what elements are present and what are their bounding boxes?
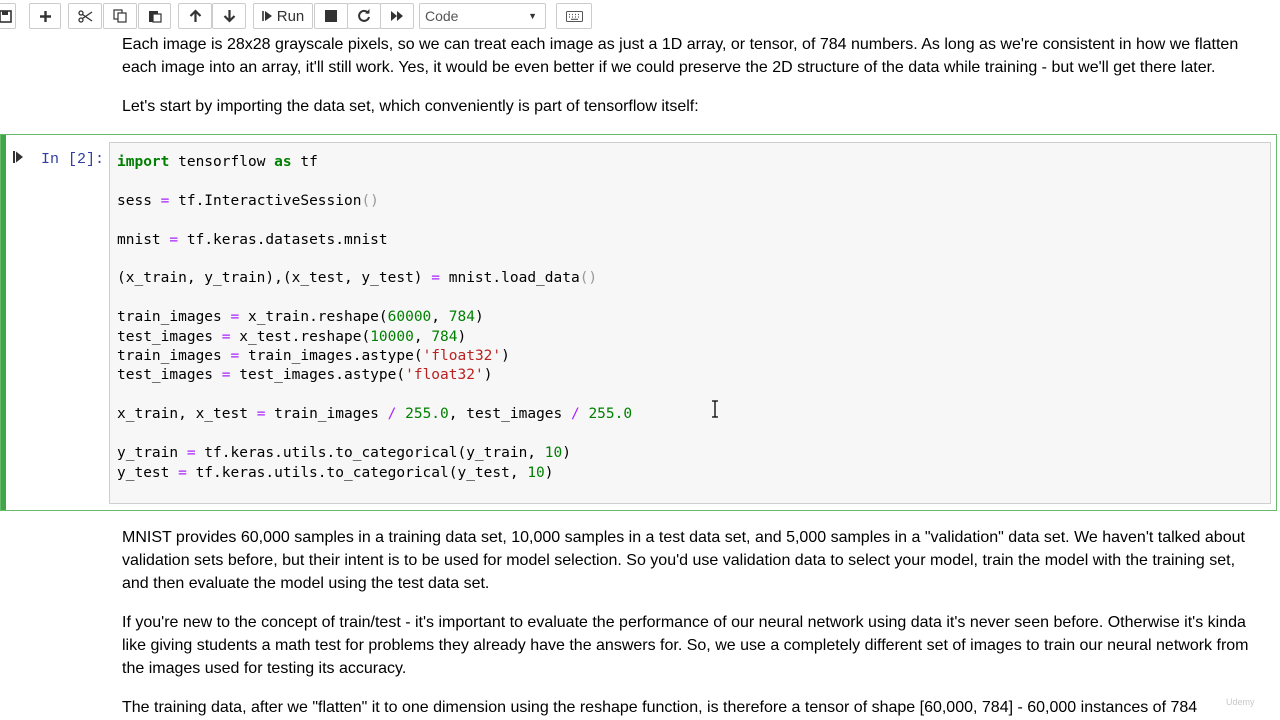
run-button-label: Run bbox=[276, 7, 305, 25]
markdown-cell-mnist[interactable]: MNIST provides 60,000 samples in a train… bbox=[122, 526, 1262, 719]
markdown-paragraph: The training data, after we "flatten" it… bbox=[122, 699, 1198, 716]
move-down-icon bbox=[223, 10, 235, 23]
interrupt-button[interactable] bbox=[314, 3, 348, 29]
move-down-button[interactable] bbox=[212, 3, 246, 29]
copy-button[interactable] bbox=[103, 3, 137, 29]
copy-icon bbox=[113, 9, 127, 23]
restart-icon bbox=[358, 9, 370, 22]
stop-icon bbox=[325, 10, 337, 22]
run-button[interactable]: Run bbox=[253, 3, 313, 29]
save-button[interactable] bbox=[0, 3, 16, 29]
code-text[interactable]: import tensorflow as tf sess = tf.Intera… bbox=[117, 153, 632, 483]
cut-button[interactable] bbox=[68, 3, 102, 29]
markdown-cell-intro[interactable]: Each image is 28x28 grayscale pixels, so… bbox=[122, 33, 1262, 118]
run-icon bbox=[261, 11, 272, 21]
restart-run-all-button[interactable] bbox=[380, 3, 414, 29]
fast-forward-icon bbox=[391, 11, 403, 21]
cell-type-select[interactable]: Code ▼ bbox=[419, 3, 546, 29]
move-up-button[interactable] bbox=[178, 3, 212, 29]
input-prompt: In [2]: bbox=[41, 151, 105, 168]
code-editor[interactable]: import tensorflow as tf sess = tf.Intera… bbox=[109, 142, 1271, 504]
command-palette-button[interactable] bbox=[556, 3, 592, 29]
run-cell-icon[interactable] bbox=[13, 151, 24, 163]
restart-button[interactable] bbox=[347, 3, 381, 29]
add-icon bbox=[39, 10, 51, 22]
cut-icon bbox=[77, 9, 92, 23]
chevron-down-icon: ▼ bbox=[528, 11, 537, 21]
code-cell[interactable]: In [2]: import tensorflow as tf sess = t… bbox=[0, 134, 1277, 511]
keyboard-icon bbox=[565, 10, 583, 22]
markdown-paragraph: MNIST provides 60,000 samples in a train… bbox=[122, 529, 1245, 592]
paste-button[interactable] bbox=[138, 3, 171, 29]
notebook-toolbar: Run Code ▼ bbox=[0, 0, 1280, 33]
paste-icon bbox=[148, 11, 162, 23]
move-up-icon bbox=[189, 9, 201, 22]
watermark-logo: Udemy bbox=[1226, 697, 1255, 707]
cell-type-value: Code bbox=[425, 8, 459, 24]
selected-cell-indicator bbox=[1, 135, 6, 510]
add-cell-button[interactable] bbox=[29, 3, 61, 29]
markdown-paragraph: Let's start by importing the data set, w… bbox=[122, 98, 699, 115]
markdown-paragraph: If you're new to the concept of train/te… bbox=[122, 614, 1249, 677]
save-icon bbox=[0, 9, 12, 23]
markdown-paragraph: Each image is 28x28 grayscale pixels, so… bbox=[122, 36, 1239, 76]
text-cursor-icon bbox=[712, 400, 718, 418]
